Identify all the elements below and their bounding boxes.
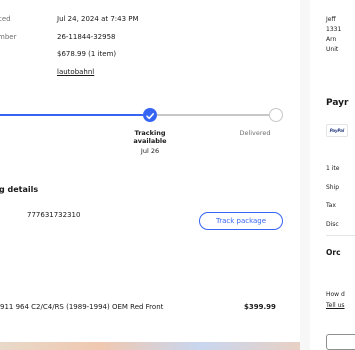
date-placed-value: Jul 24, 2024 at 7:43 PM (57, 15, 139, 23)
check-icon (146, 113, 154, 120)
order-total-label: Orc (326, 248, 341, 257)
step-tracking-date: Jul 26 (140, 147, 160, 155)
track-package-button[interactable]: Track package (199, 212, 283, 230)
order-details-main: ced Jul 24, 2024 at 7:43 PM mber 26-1184… (0, 0, 300, 350)
order-summary-panel: Jeff 1331 Arn Unit Payr PayPal 1 ite Shi… (310, 0, 355, 350)
feedback-input[interactable] (326, 334, 355, 350)
address-line-2: 1331 (326, 26, 342, 33)
order-number-label: mber (0, 33, 17, 41)
feedback-question: How d (326, 291, 345, 298)
seller-link[interactable]: lautobahnl (57, 68, 94, 77)
progress-line-done (0, 114, 143, 116)
item-price: $399.99 (244, 303, 276, 311)
address-line-1: Jeff (326, 16, 336, 23)
item-title[interactable]: 911 964 C2/C4/RS (1989-1994) OEM Red Fro… (0, 303, 163, 311)
date-placed-label: ced (0, 15, 11, 23)
summary-tax: Tax (326, 202, 336, 209)
step-delivered-label: Delivered (239, 129, 271, 137)
tracking-number: 777631732310 (27, 211, 81, 219)
order-total-value: $678.99 (1 item) (57, 50, 117, 58)
bottom-thumbnail-strip (0, 342, 300, 350)
order-number-value: 26-11844-32958 (57, 33, 116, 41)
paypal-icon: PayPal (326, 124, 348, 137)
column-divider (300, 0, 310, 350)
address-line-4: Unit (326, 46, 339, 53)
step-current-dot (143, 108, 157, 122)
feedback-link[interactable]: Tell us (326, 301, 345, 310)
payment-title: Payr (326, 98, 349, 108)
summary-shipping: Ship (326, 184, 340, 191)
address-line-3: Arn (326, 36, 337, 43)
progress-line-pending (157, 114, 269, 116)
shipping-details-title: g details (0, 185, 39, 194)
step-tracking-label: Tracking available (133, 129, 167, 145)
summary-divider (326, 235, 355, 236)
summary-items: 1 ite (326, 165, 340, 172)
step-delivered-dot (269, 108, 283, 122)
summary-discount: Disc (326, 221, 339, 228)
